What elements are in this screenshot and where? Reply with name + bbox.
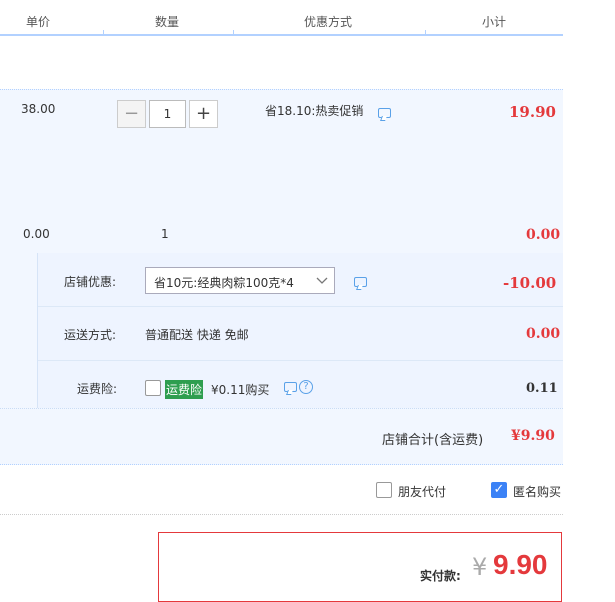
header-quantity: 数量 xyxy=(155,15,180,29)
insurance-price: ¥0.11购买 xyxy=(211,383,270,397)
help-icon[interactable]: ? xyxy=(299,380,313,394)
chevron-down-icon xyxy=(316,277,328,284)
payment-amount: 9.90 xyxy=(493,549,548,580)
gift-subtotal: 0.00 xyxy=(526,227,561,243)
insurance-tag: 运费险 xyxy=(165,380,204,399)
header-unit-price: 单价 xyxy=(26,15,51,29)
item-promo-text: 省18.10:热卖促销 xyxy=(265,104,364,118)
insurance-label: 运费险: xyxy=(77,382,118,396)
payment-summary: 实付款: ¥ 9.90 xyxy=(158,532,562,602)
quantity-input[interactable]: 1 xyxy=(149,100,186,128)
gift-unit-price: 0.00 xyxy=(23,227,50,241)
item-subtotal: 19.90 xyxy=(509,103,556,121)
quantity-decrease-button[interactable]: − xyxy=(117,100,146,128)
shop-discount-amount: -10.00 xyxy=(503,274,557,292)
insurance-amount: 0.11 xyxy=(526,381,558,396)
shop-total-label: 店铺合计(含运费) xyxy=(382,433,484,448)
chat-icon[interactable] xyxy=(354,277,367,287)
insurance-checkbox[interactable] xyxy=(145,380,161,396)
shipping-amount: 0.00 xyxy=(526,326,561,342)
item-unit-price: 38.00 xyxy=(21,102,56,116)
shop-discount-selected: 省10元:经典肉粽100克*4 xyxy=(154,276,294,290)
shipping-value: 普通配送 快递 免邮 xyxy=(145,328,249,342)
gift-quantity: 1 xyxy=(161,227,169,241)
friend-pay-label[interactable]: 朋友代付 xyxy=(398,483,446,500)
payment-label: 实付款: xyxy=(420,569,461,583)
shipping-label: 运送方式: xyxy=(64,328,117,342)
friend-pay-checkbox[interactable] xyxy=(376,482,392,498)
quantity-increase-button[interactable]: + xyxy=(189,100,218,128)
anonymous-checkbox[interactable]: ✓ xyxy=(491,482,507,498)
header-subtotal: 小计 xyxy=(482,15,507,29)
shop-discount-select[interactable]: 省10元:经典肉粽100克*4 xyxy=(145,267,335,294)
header-promo: 优惠方式 xyxy=(304,15,353,29)
chat-icon[interactable] xyxy=(378,108,391,118)
anonymous-label[interactable]: 匿名购买 xyxy=(513,483,561,500)
cart-header: 单价 数量 优惠方式 小计 xyxy=(0,0,563,36)
shop-discount-label: 店铺优惠: xyxy=(64,275,117,289)
shop-total-amount: ¥9.90 xyxy=(511,428,555,444)
chat-icon[interactable] xyxy=(284,382,297,392)
payment-currency: ¥ xyxy=(472,553,488,581)
